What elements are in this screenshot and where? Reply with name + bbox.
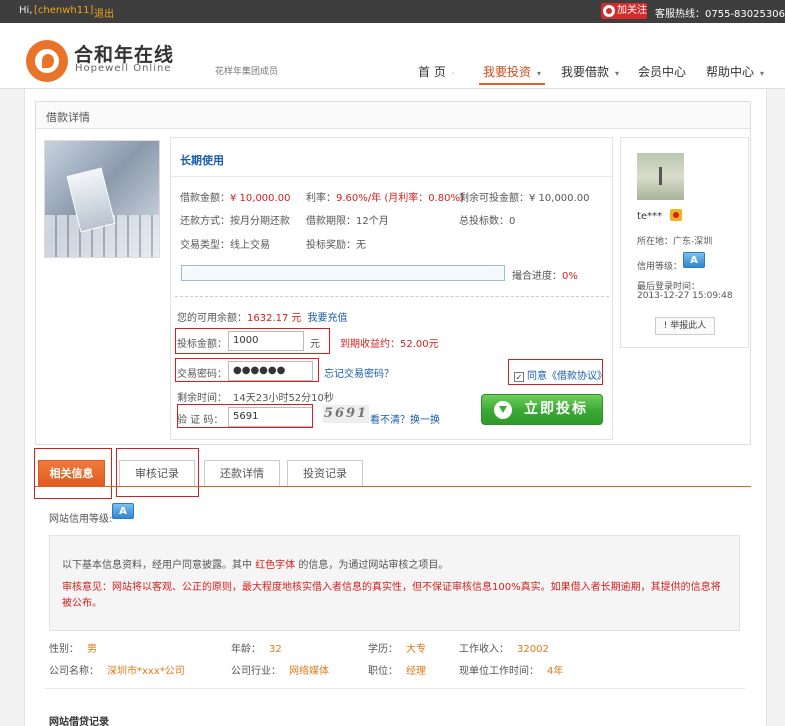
nav-help-center[interactable]: 帮助中心 ▾ bbox=[706, 63, 764, 85]
age-field: 年龄： 32 bbox=[231, 644, 282, 655]
nav-home[interactable]: 首 页 · bbox=[418, 63, 454, 85]
match-progress-label: 撮合进度：0% bbox=[512, 271, 578, 282]
trade-type: 交易类型：线上交易 bbox=[180, 240, 270, 251]
report-user-button[interactable]: ! 举报此人 bbox=[655, 317, 715, 335]
audit-opinion: 审核意见：网站将以客观、公正的原则，最大程度地核实借入者信息的真实性，但不保证审… bbox=[62, 582, 721, 609]
remaining-time: 剩余时间： 14天23小时52分10秒 bbox=[177, 393, 334, 404]
main-content: 借款详情 长期使用 借款金额：¥ 10,000.00 利率：9.60%/年 (月… bbox=[24, 89, 767, 726]
nav-member-center[interactable]: 会员中心 bbox=[638, 63, 692, 85]
logo-subtitle: Hopewell Online bbox=[75, 63, 172, 74]
nav-borrow[interactable]: 我要借款 ▾ bbox=[561, 63, 619, 85]
greeting: Hi, bbox=[19, 5, 33, 16]
position-field: 职位： 经理 bbox=[368, 666, 426, 677]
tab-repayment-details[interactable]: 还款详情 bbox=[204, 460, 280, 486]
bid-reward: 投标奖励：无 bbox=[306, 240, 366, 251]
loan-detail-panel: 借款详情 长期使用 借款金额：¥ 10,000.00 利率：9.60%/年 (月… bbox=[35, 101, 751, 445]
gender-field: 性别：男 bbox=[49, 644, 97, 655]
chevron-down-icon: ▾ bbox=[615, 69, 620, 78]
borrower-credit-label: 信用等级： bbox=[637, 262, 683, 272]
site-credit-label: 网站信用等级: bbox=[49, 514, 113, 525]
follow-weibo-button[interactable]: 加关注 bbox=[601, 3, 647, 19]
group-member-text: 花样年集团成员 bbox=[215, 67, 279, 77]
work-years-field: 现单位工作时间： 4年 bbox=[459, 666, 564, 677]
loan-name: 长期使用 bbox=[180, 154, 224, 167]
site-credit-badge: A bbox=[112, 503, 134, 519]
last-login-time: 2013-12-27 15:09:48 bbox=[637, 291, 733, 301]
loan-amount: 借款金额：¥ 10,000.00 bbox=[180, 193, 291, 204]
weibo-icon bbox=[603, 5, 615, 17]
forgot-password-link[interactable]: 忘记交易密码？ bbox=[324, 365, 394, 380]
logo-icon[interactable] bbox=[26, 40, 68, 82]
download-arrow-icon bbox=[494, 401, 512, 419]
captcha-image[interactable]: 5691 bbox=[323, 405, 369, 423]
borrower-location: 所在地：广东-深圳 bbox=[637, 237, 713, 247]
vip-crown-icon bbox=[670, 209, 682, 221]
interest-rate: 利率：9.60%/年 (月利率：0.80%) bbox=[306, 193, 464, 204]
available-balance: 您的可用余额：1632.17 元我要充值 bbox=[177, 313, 348, 324]
chevron-down-icon: ▾ bbox=[760, 69, 765, 78]
nav-invest[interactable]: 我要投资 ▾ bbox=[479, 63, 546, 85]
panel-title: 借款详情 bbox=[36, 102, 750, 129]
repay-method: 还款方式：按月分期还款 bbox=[180, 216, 290, 227]
loan-records-title: 网站借贷记录 bbox=[49, 717, 109, 726]
credit-level-badge: A bbox=[683, 252, 705, 268]
invest-now-button[interactable]: 立即投标 bbox=[481, 394, 603, 425]
loan-info: 长期使用 借款金额：¥ 10,000.00 利率：9.60%/年 (月利率：0.… bbox=[170, 137, 613, 440]
top-bar: Hi, [chenwh11] 退出 加关注 客服热线：0755-83025306 bbox=[0, 0, 785, 23]
loan-term: 借款期限：12个月 bbox=[306, 216, 389, 227]
match-progress-bar bbox=[181, 265, 505, 281]
captcha-refresh-link[interactable]: 看不清？换一换 bbox=[370, 411, 440, 426]
nav-separator: · bbox=[451, 69, 455, 78]
expected-return: 到期收益约：52.00元 bbox=[340, 339, 439, 350]
company-field: 公司名称： 深圳市*xxx*公司 bbox=[49, 666, 185, 677]
industry-field: 公司行业： 网络媒体 bbox=[231, 666, 329, 677]
borrower-card: te*** 所在地：广东-深圳 信用等级： A 最后登录时间： 2013-12-… bbox=[620, 137, 749, 348]
tab-investment-records[interactable]: 投资记录 bbox=[287, 460, 363, 486]
chevron-down-icon: ▾ bbox=[537, 69, 542, 78]
notice-text: 以下基本信息资料，经用户同意披露。其中 红色字体 的信息，为通过网站审核之项目。 bbox=[62, 560, 449, 571]
site-header: 合和年在线 Hopewell Online 花样年集团成员 首 页 · 我要投资 ▾… bbox=[0, 23, 785, 89]
username-link[interactable]: [chenwh11] bbox=[34, 5, 93, 16]
follow-label: 加关注 bbox=[617, 5, 647, 16]
education-field: 学历： 大专 bbox=[368, 644, 426, 655]
income-field: 工作收入： 32002 bbox=[459, 644, 549, 655]
total-bids: 总投标数：0 bbox=[459, 216, 516, 227]
avatar[interactable] bbox=[637, 153, 684, 200]
hotline: 客服热线：0755-83025306 bbox=[655, 9, 785, 20]
loan-image bbox=[44, 140, 160, 258]
logout-link[interactable]: 退出 bbox=[94, 5, 114, 20]
disclosure-notice: 以下基本信息资料，经用户同意披露。其中 红色字体 的信息，为通过网站审核之项目。… bbox=[49, 535, 740, 631]
borrower-name[interactable]: te*** bbox=[637, 211, 662, 222]
recharge-link[interactable]: 我要充值 bbox=[308, 313, 348, 324]
remaining-amount: 剩余可投金额：¥ 10,000.00 bbox=[459, 193, 590, 204]
